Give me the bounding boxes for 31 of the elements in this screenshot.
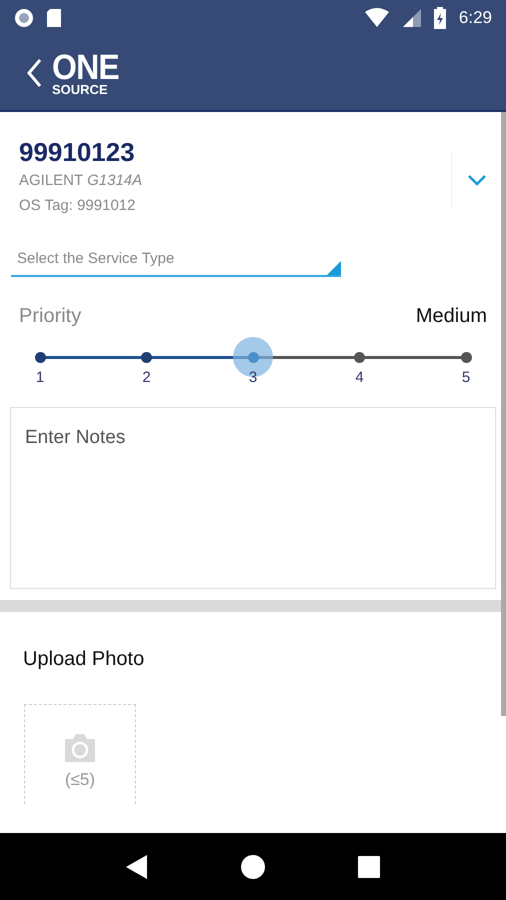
home-nav-icon[interactable] [240, 854, 265, 878]
clock: 6:29 [458, 7, 492, 30]
sd-card-icon [46, 8, 62, 28]
slider-step[interactable] [354, 352, 365, 363]
camera-icon [62, 733, 98, 763]
notification-icon [14, 8, 34, 28]
step-label: 4 [355, 368, 364, 388]
back-icon[interactable] [26, 58, 42, 88]
step-label: 3 [248, 368, 258, 388]
step-label: 5 [462, 368, 470, 388]
notes-field[interactable]: Enter Notes [10, 407, 496, 589]
step-label: 1 [36, 368, 44, 388]
slider-step[interactable] [34, 352, 46, 363]
wifi-icon [364, 8, 389, 28]
logo: ONE SOURCE [52, 50, 119, 96]
chevron-icon [467, 174, 487, 186]
dropdown-triangle-icon [327, 261, 341, 275]
recents-nav-icon[interactable] [358, 856, 380, 878]
step-label: 2 [142, 368, 151, 388]
upload-title: Upload Photo [22, 647, 146, 672]
priority-value: Medium [416, 304, 487, 329]
priority-slider[interactable]: 1 2 3 4 5 [20, 337, 486, 391]
asset-model: AGILENT G1314A [19, 171, 144, 191]
slider-step[interactable] [460, 352, 472, 363]
slider-step[interactable] [141, 352, 152, 363]
asset-tag: OS Tag: 9991012 [19, 194, 451, 217]
priority-label: Priority [19, 304, 82, 329]
battery-icon [432, 7, 447, 29]
signal-icon [400, 8, 421, 28]
asset-number: 99910123 [19, 136, 136, 168]
back-nav-icon[interactable] [126, 854, 148, 878]
